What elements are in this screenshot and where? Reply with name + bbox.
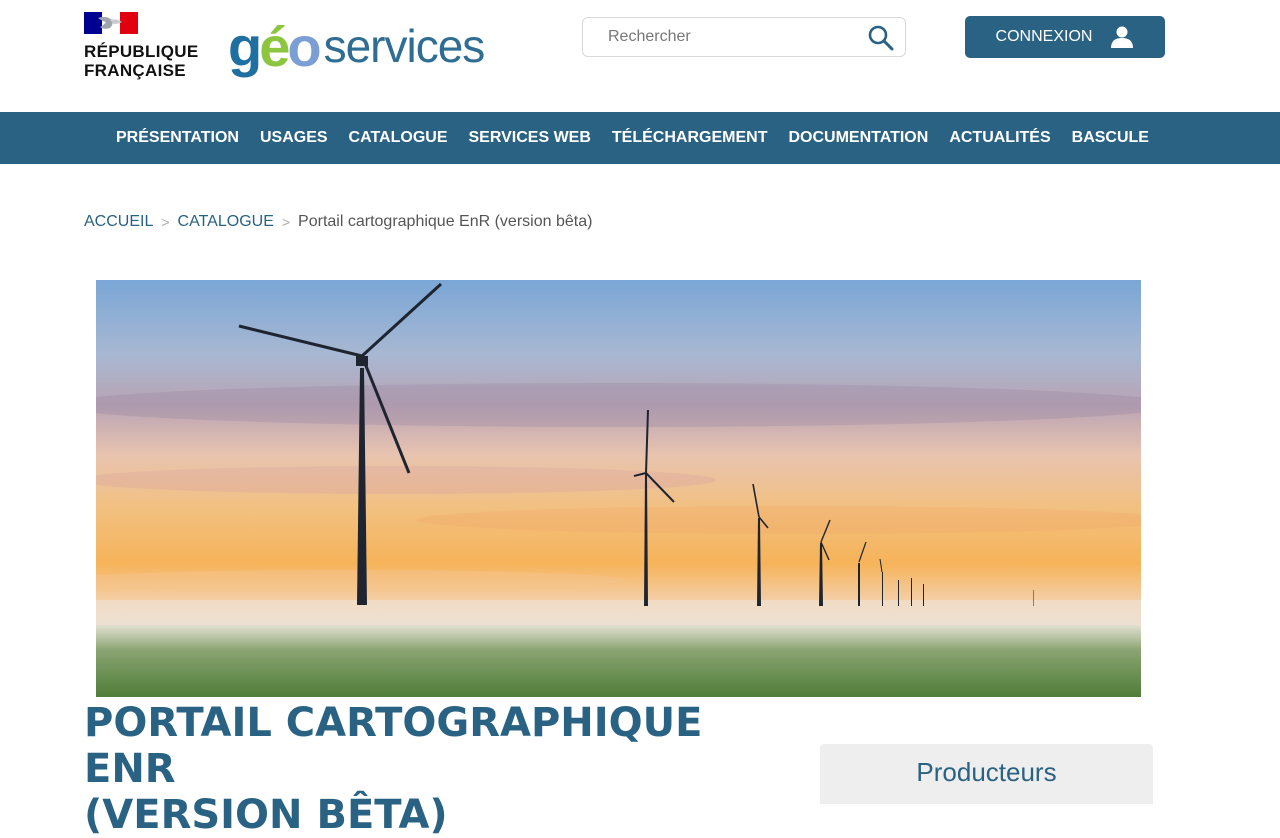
nav-item-catalogue[interactable]: CATALOGUE bbox=[349, 129, 448, 147]
page-title-line-2: (VERSION BÊTA) bbox=[84, 792, 448, 838]
breadcrumb-current: Portail cartographique EnR (version bêta… bbox=[298, 213, 593, 230]
hero-image-wind-turbines bbox=[96, 280, 1141, 697]
page-title-line-1: PORTAIL CARTOGRAPHIQUE ENR bbox=[84, 700, 703, 792]
republique-francaise-text: RÉPUBLIQUE FRANÇAISE bbox=[84, 42, 214, 80]
site-header: RÉPUBLIQUE FRANÇAISE géoservices CONNEXI… bbox=[0, 0, 1280, 112]
logo-letter-o: o bbox=[287, 14, 322, 78]
nav-item-presentation[interactable]: PRÉSENTATION bbox=[116, 129, 239, 147]
geoservices-logo[interactable]: g é o services bbox=[228, 14, 486, 78]
producers-panel: Producteurs bbox=[820, 744, 1153, 804]
search-icon[interactable] bbox=[867, 25, 895, 56]
nav-list: PRÉSENTATION USAGES CATALOGUE SERVICES W… bbox=[116, 129, 1149, 147]
republic-line-2: FRANÇAISE bbox=[84, 61, 186, 80]
logo-letter-g: g bbox=[228, 14, 262, 78]
breadcrumb: ACCUEIL > CATALOGUE > Portail cartograph… bbox=[84, 213, 592, 231]
breadcrumb-separator-icon: > bbox=[161, 214, 170, 230]
breadcrumb-home[interactable]: ACCUEIL bbox=[84, 213, 153, 231]
nav-item-documentation[interactable]: DOCUMENTATION bbox=[788, 129, 928, 147]
nav-item-bascule[interactable]: BASCULE bbox=[1072, 129, 1149, 147]
logo-letter-e: é bbox=[259, 14, 290, 78]
main-navigation: PRÉSENTATION USAGES CATALOGUE SERVICES W… bbox=[0, 112, 1280, 164]
republic-line-1: RÉPUBLIQUE bbox=[84, 42, 199, 61]
connexion-button[interactable]: CONNEXION bbox=[965, 16, 1165, 58]
logo-services: services bbox=[323, 20, 486, 72]
marianne-flag-icon bbox=[84, 12, 138, 34]
republique-francaise-logo[interactable]: RÉPUBLIQUE FRANÇAISE bbox=[84, 12, 214, 80]
producers-heading: Producteurs bbox=[916, 757, 1057, 787]
nav-item-actualites[interactable]: ACTUALITÉS bbox=[949, 129, 1050, 147]
breadcrumb-separator-icon: > bbox=[281, 214, 291, 230]
nav-item-usages[interactable]: USAGES bbox=[260, 129, 328, 147]
user-icon bbox=[1111, 26, 1134, 48]
search-box bbox=[582, 17, 906, 57]
search-input[interactable] bbox=[584, 19, 868, 55]
nav-item-telechargement[interactable]: TÉLÉCHARGEMENT bbox=[612, 129, 768, 147]
page-title: PORTAIL CARTOGRAPHIQUE ENR (VERSION BÊTA… bbox=[84, 700, 804, 838]
breadcrumb-catalogue[interactable]: CATALOGUE bbox=[178, 213, 274, 231]
nav-item-services-web[interactable]: SERVICES WEB bbox=[469, 129, 591, 147]
connexion-label: CONNEXION bbox=[995, 28, 1093, 45]
